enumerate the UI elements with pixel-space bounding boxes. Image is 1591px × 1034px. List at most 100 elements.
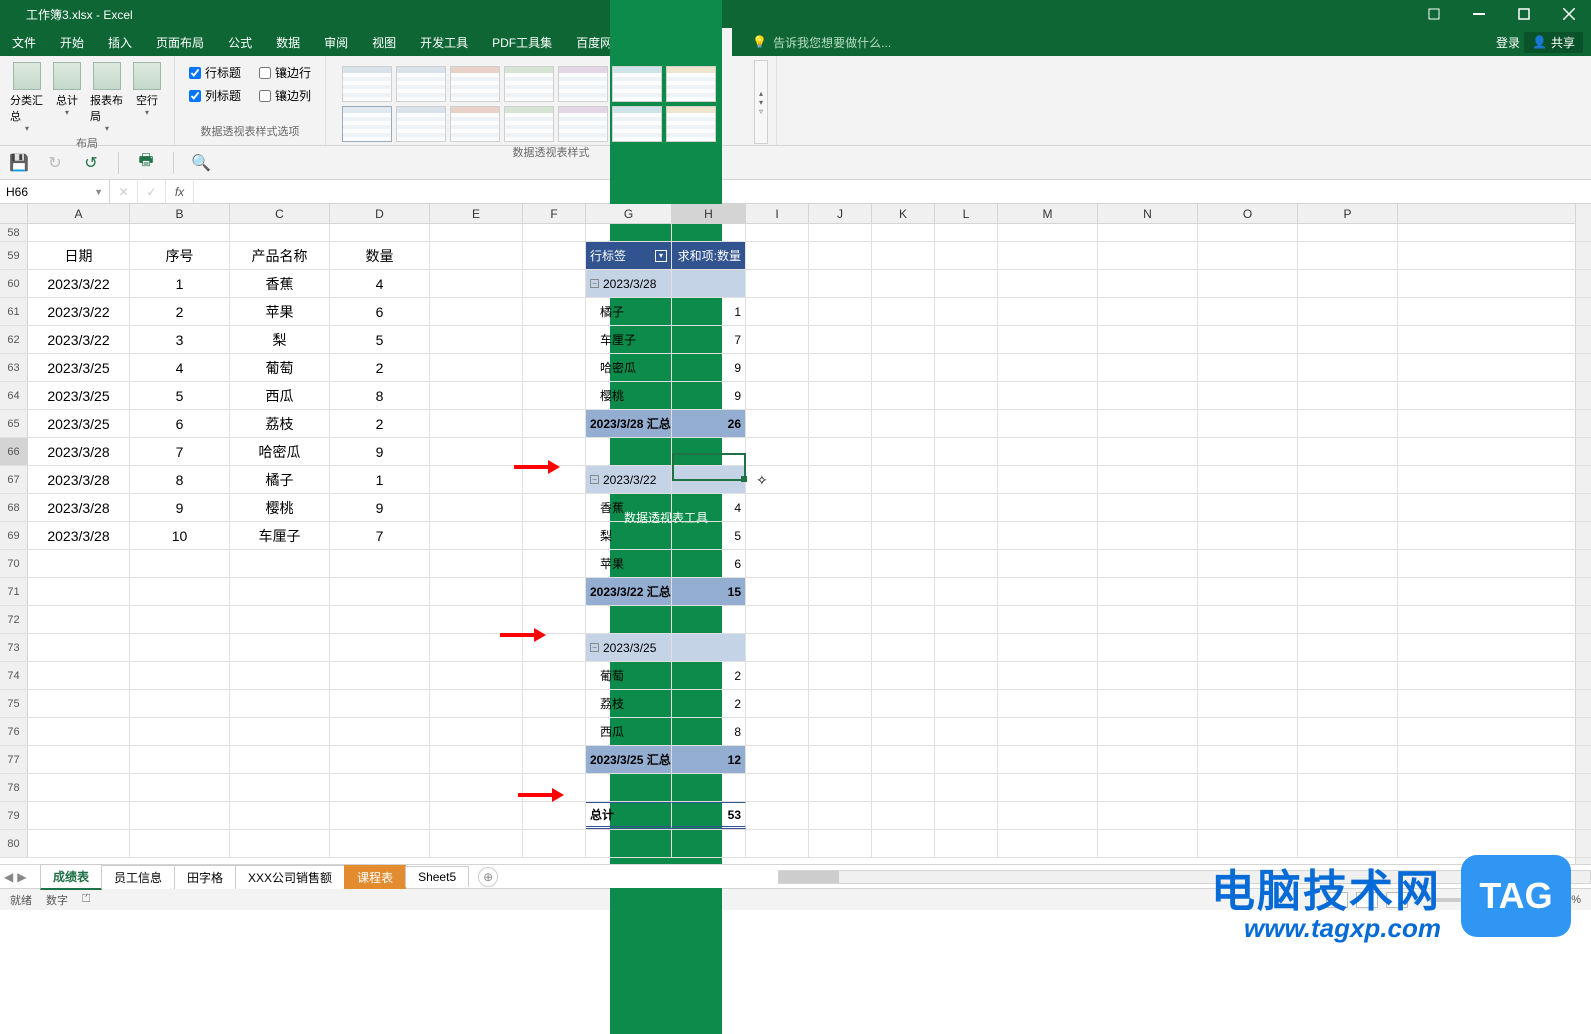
cell[interactable] xyxy=(1298,242,1398,269)
cell[interactable] xyxy=(523,298,586,325)
cell[interactable] xyxy=(935,774,998,801)
row-header[interactable]: 79 xyxy=(0,802,28,829)
cell[interactable]: 梨 xyxy=(230,326,330,353)
add-sheet-button[interactable]: ⊕ xyxy=(478,867,498,887)
cell[interactable] xyxy=(1198,522,1298,549)
cell[interactable] xyxy=(872,382,935,409)
cell[interactable] xyxy=(998,466,1098,493)
cell[interactable] xyxy=(1298,746,1398,773)
login-button[interactable]: 登录 xyxy=(1496,34,1520,51)
cell[interactable] xyxy=(746,774,809,801)
pivot-style-swatch[interactable] xyxy=(558,106,608,142)
cell[interactable] xyxy=(130,830,230,857)
cell[interactable] xyxy=(430,662,523,689)
subtotals-button[interactable]: 分类汇总▾ xyxy=(8,60,46,135)
cancel-edit-icon[interactable]: ✕ xyxy=(110,180,138,203)
view-pagelayout-button[interactable] xyxy=(1356,892,1378,908)
cell[interactable] xyxy=(809,690,872,717)
cell[interactable]: 5 xyxy=(330,326,430,353)
cell[interactable] xyxy=(1098,662,1198,689)
cell[interactable] xyxy=(935,634,998,661)
cell[interactable] xyxy=(935,466,998,493)
cell[interactable]: 哈密瓜 xyxy=(230,438,330,465)
cell[interactable] xyxy=(746,634,809,661)
cell[interactable]: 6 xyxy=(330,298,430,325)
pivot-style-swatch[interactable] xyxy=(450,106,500,142)
cell[interactable] xyxy=(523,326,586,353)
zoom-slider[interactable] xyxy=(1430,898,1530,902)
cell[interactable] xyxy=(28,606,130,633)
cell[interactable] xyxy=(130,746,230,773)
cell[interactable] xyxy=(1298,466,1398,493)
cell[interactable] xyxy=(935,494,998,521)
cell[interactable] xyxy=(809,718,872,745)
select-all-corner[interactable] xyxy=(0,204,28,223)
cell[interactable]: 西瓜 xyxy=(230,382,330,409)
col-header[interactable]: J xyxy=(809,204,872,223)
cell[interactable] xyxy=(130,774,230,801)
cell[interactable] xyxy=(1198,270,1298,297)
cell[interactable] xyxy=(998,690,1098,717)
cell[interactable] xyxy=(1198,690,1298,717)
cell[interactable] xyxy=(1298,634,1398,661)
col-header[interactable]: A xyxy=(28,204,130,223)
cell[interactable] xyxy=(430,494,523,521)
cell[interactable] xyxy=(872,438,935,465)
cell[interactable] xyxy=(935,224,998,241)
col-header[interactable]: K xyxy=(872,204,935,223)
cell[interactable] xyxy=(809,298,872,325)
cell[interactable] xyxy=(230,662,330,689)
cell[interactable] xyxy=(872,718,935,745)
pivot-style-swatch[interactable] xyxy=(612,106,662,142)
cell[interactable] xyxy=(872,326,935,353)
cell[interactable] xyxy=(230,830,330,857)
cell[interactable] xyxy=(430,354,523,381)
cell[interactable] xyxy=(1198,830,1298,857)
cell[interactable] xyxy=(672,224,746,241)
cell[interactable] xyxy=(230,578,330,605)
touch-mode-icon[interactable]: 🖶 xyxy=(137,154,155,172)
cell[interactable] xyxy=(430,438,523,465)
row-header[interactable]: 77 xyxy=(0,746,28,773)
cell[interactable] xyxy=(1098,242,1198,269)
cell[interactable] xyxy=(1198,242,1298,269)
cell[interactable]: 8 xyxy=(330,382,430,409)
sheet-tab[interactable]: Sheet5 xyxy=(405,866,469,887)
cell[interactable] xyxy=(1298,410,1398,437)
cell[interactable] xyxy=(1198,466,1298,493)
cell[interactable] xyxy=(872,774,935,801)
cell[interactable] xyxy=(935,298,998,325)
cell[interactable] xyxy=(935,718,998,745)
cell[interactable] xyxy=(28,224,130,241)
row-header[interactable]: 68 xyxy=(0,494,28,521)
pivot-cell[interactable]: −2023/3/25 xyxy=(586,634,672,661)
cell[interactable] xyxy=(872,354,935,381)
tab-file[interactable]: 文件 xyxy=(0,28,48,56)
row-header[interactable]: 80 xyxy=(0,830,28,857)
cell[interactable] xyxy=(130,718,230,745)
zoom-level[interactable]: 100% xyxy=(1553,894,1581,906)
cell[interactable] xyxy=(1098,550,1198,577)
pivot-cell[interactable]: 橘子 xyxy=(586,298,672,325)
pivot-row-label[interactable]: 行标签▾ xyxy=(586,242,672,269)
sheet-tab[interactable]: XXX公司销售额 xyxy=(235,865,345,889)
cell[interactable] xyxy=(130,634,230,661)
cell[interactable] xyxy=(28,774,130,801)
cell[interactable] xyxy=(809,774,872,801)
pivot-cell[interactable]: 香蕉 xyxy=(586,494,672,521)
cell[interactable] xyxy=(330,830,430,857)
cell[interactable] xyxy=(130,606,230,633)
cell[interactable]: 9 xyxy=(130,494,230,521)
cell[interactable] xyxy=(330,578,430,605)
cell[interactable] xyxy=(1198,774,1298,801)
cell[interactable] xyxy=(935,690,998,717)
cell[interactable] xyxy=(935,550,998,577)
cell[interactable] xyxy=(130,802,230,829)
cell[interactable] xyxy=(523,242,586,269)
cell[interactable] xyxy=(1198,298,1298,325)
pivot-cell[interactable] xyxy=(672,438,746,465)
maximize-button[interactable] xyxy=(1501,0,1546,28)
cell[interactable] xyxy=(1098,410,1198,437)
cell[interactable] xyxy=(130,224,230,241)
row-header[interactable]: 59 xyxy=(0,242,28,269)
